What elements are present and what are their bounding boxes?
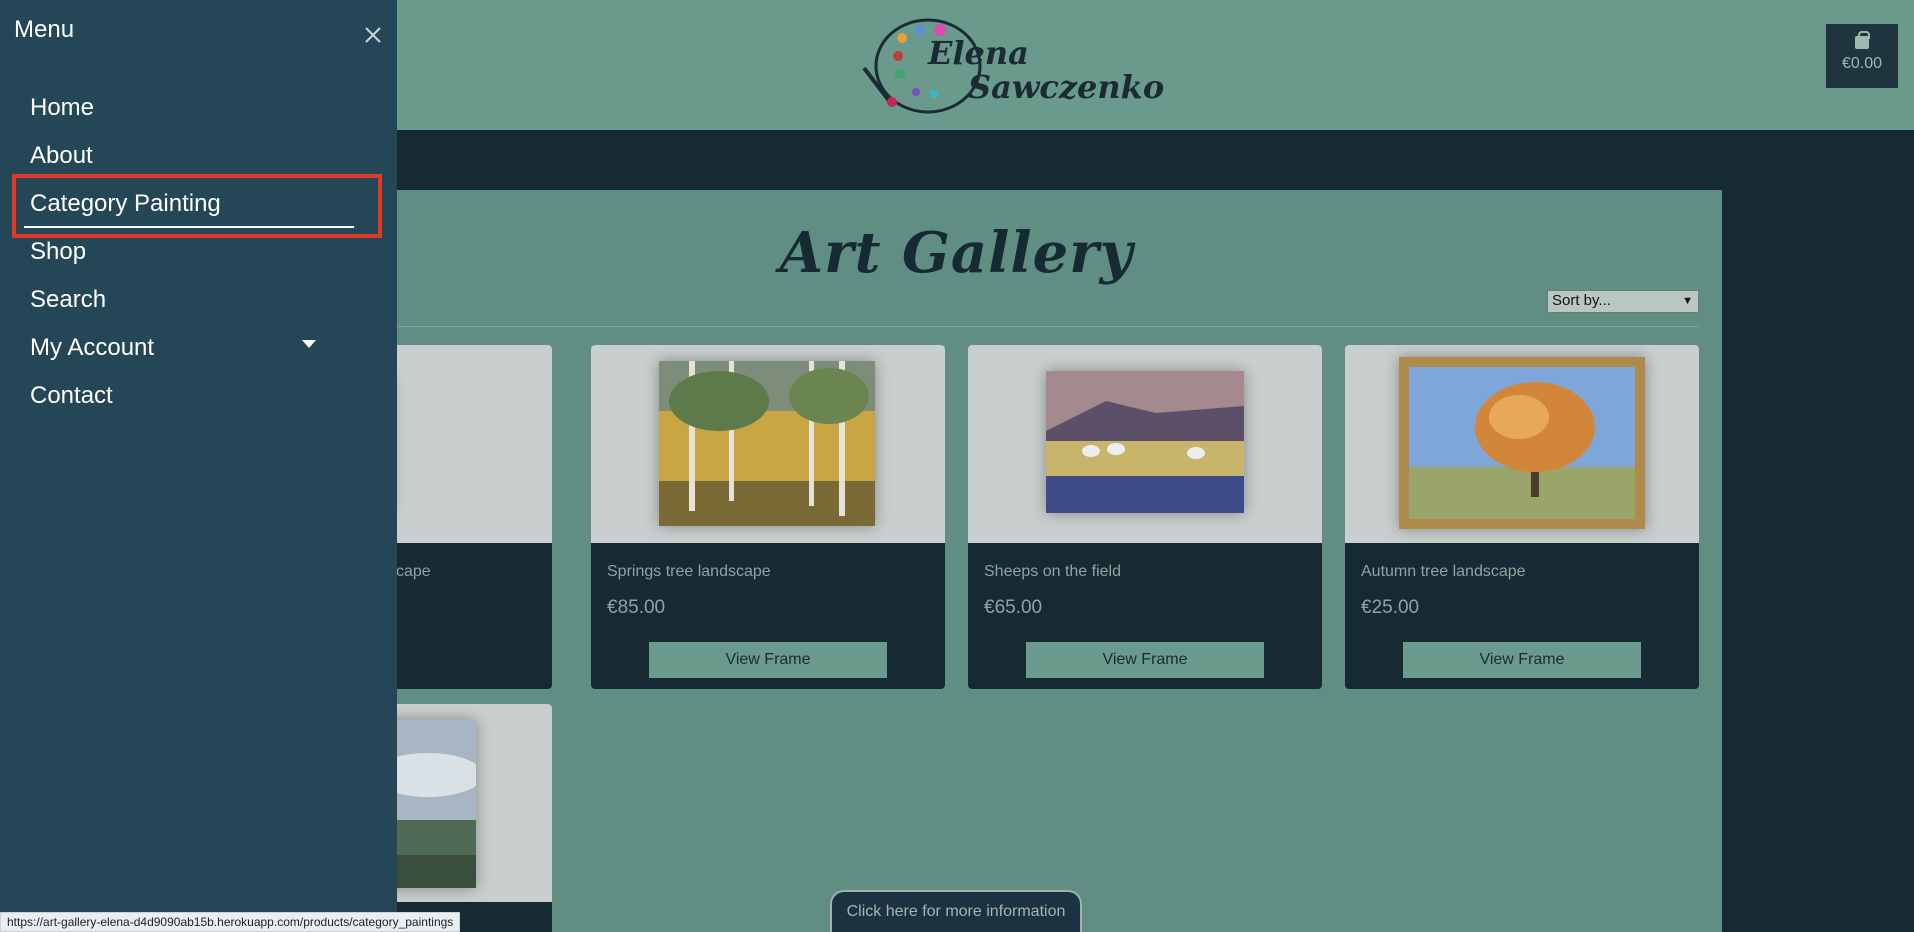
cart-button[interactable]: €0.00: [1826, 24, 1898, 88]
sort-select-value: Sort by...: [1552, 292, 1611, 309]
more-info-button[interactable]: Click here for more information: [830, 890, 1082, 932]
product-card[interactable]: Sheeps on the field €65.00 View Frame: [968, 345, 1322, 689]
logo-line1: Elena: [928, 34, 1029, 72]
view-frame-button[interactable]: View Frame: [1403, 642, 1641, 678]
side-menu: Menu Home About Category Painting Shop S…: [0, 0, 397, 932]
view-frame-button[interactable]: View Frame: [1026, 642, 1264, 678]
view-frame-button[interactable]: View Frame: [649, 642, 887, 678]
product-price: €85.00: [607, 597, 666, 618]
springs-tree-painting: [659, 361, 875, 526]
product-price: €65.00: [984, 597, 1043, 618]
caret-down-icon[interactable]: [302, 340, 316, 348]
menu-item-about[interactable]: About: [30, 142, 93, 170]
product-image[interactable]: [1345, 345, 1699, 543]
shopping-bag-icon: [1855, 31, 1870, 49]
page-background-strip: [1722, 190, 1914, 932]
product-title: Springs tree landscape: [607, 563, 771, 580]
product-price: €25.00: [1361, 597, 1420, 618]
divider: [376, 326, 1699, 327]
product-image[interactable]: [591, 345, 945, 543]
menu-item-shop[interactable]: Shop: [30, 238, 86, 266]
active-underline: [24, 226, 354, 228]
product-title: Sheeps on the field: [984, 563, 1121, 580]
menu-item-contact[interactable]: Contact: [30, 382, 113, 410]
gallery-content: Art Gallery Sort by... ▼ cape rame: [198, 190, 1722, 932]
product-card[interactable]: Autumn tree landscape €25.00 View Frame: [1345, 345, 1699, 689]
logo-text: Elena Sawczenko: [928, 36, 1164, 104]
product-card[interactable]: Springs tree landscape €85.00 View Frame: [591, 345, 945, 689]
page-title: Art Gallery: [779, 220, 1134, 286]
close-icon[interactable]: [362, 24, 384, 46]
chevron-down-icon: ▼: [1682, 295, 1693, 307]
cart-total: €0.00: [1841, 55, 1883, 72]
sort-select[interactable]: Sort by... ▼: [1547, 290, 1699, 313]
status-bar-url: https://art-gallery-elena-d4d9090ab15b.h…: [0, 912, 461, 932]
menu-item-category-painting[interactable]: Category Painting: [30, 190, 221, 218]
menu-item-search[interactable]: Search: [30, 286, 106, 314]
menu-title: Menu: [14, 16, 75, 43]
product-image[interactable]: [968, 345, 1322, 543]
menu-item-my-account[interactable]: My Account: [30, 334, 154, 362]
site-logo[interactable]: Elena Sawczenko: [858, 10, 1164, 120]
logo-line2: Sawczenko: [968, 68, 1165, 106]
product-title: Autumn tree landscape: [1361, 563, 1526, 580]
product-title: cape: [396, 563, 431, 580]
sheeps-field-painting: [1046, 371, 1244, 513]
menu-item-home[interactable]: Home: [30, 94, 94, 122]
autumn-tree-painting: [1399, 357, 1645, 529]
